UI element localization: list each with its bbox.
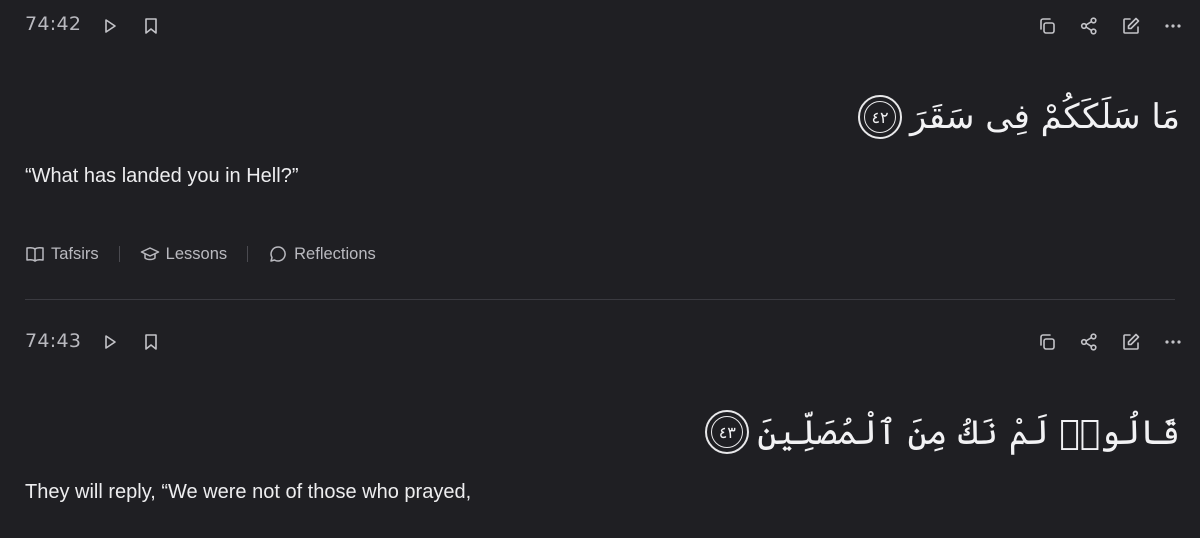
book-icon: [26, 246, 44, 262]
verse-key: 74:43: [25, 330, 82, 352]
chat-bubble-icon: [270, 246, 286, 262]
bookmark-button[interactable]: [137, 12, 165, 40]
edit-icon: [1123, 333, 1140, 350]
copy-button[interactable]: [1033, 12, 1061, 40]
tab-divider: [118, 246, 120, 262]
tab-reflections[interactable]: Reflections: [268, 244, 376, 264]
arabic-text: قَالُوا۟ لَمْ نَكُ مِنَ ٱلْمُصَلِّينَ ٤٣: [705, 410, 1180, 454]
more-button[interactable]: [1159, 12, 1187, 40]
tab-lessons[interactable]: Lessons: [140, 244, 227, 264]
more-button[interactable]: [1159, 328, 1187, 356]
edit-button[interactable]: [1117, 328, 1145, 356]
play-icon: [105, 335, 116, 349]
tab-label: Reflections: [294, 244, 376, 263]
play-button[interactable]: [96, 12, 124, 40]
play-icon: [105, 19, 116, 33]
copy-icon: [1040, 334, 1055, 350]
tab-label: Lessons: [165, 244, 228, 263]
more-icon: [1165, 340, 1181, 344]
arabic-text: مَا سَلَكَكُمْ فِى سَقَرَ ٤٢: [858, 95, 1180, 139]
translation-text: They will reply, “We were not of those w…: [25, 481, 472, 503]
share-icon: [1080, 333, 1097, 351]
copy-icon: [1040, 18, 1055, 34]
tab-tafsirs[interactable]: Tafsirs: [25, 244, 99, 264]
copy-button[interactable]: [1033, 328, 1061, 356]
edit-icon: [1123, 17, 1140, 34]
play-button[interactable]: [96, 328, 124, 356]
verse-tabs: Tafsirs Lessons Reflections: [25, 244, 376, 264]
share-button[interactable]: [1075, 328, 1103, 356]
verse-card: 74:42 مَا سَلَكَكُمْ فِى سَقَرَ ٤٢ “What…: [0, 0, 1200, 300]
bookmark-icon: [145, 18, 157, 34]
ayah-number-marker: ٤٣: [705, 410, 750, 454]
arabic-verse: مَا سَلَكَكُمْ فِى سَقَرَ: [910, 97, 1180, 137]
bookmark-button[interactable]: [137, 328, 165, 356]
verse-key: 74:42: [25, 13, 82, 35]
tab-divider: [247, 246, 249, 262]
ayah-number-marker: ٤٢: [858, 95, 903, 139]
tab-label: Tafsirs: [51, 244, 99, 263]
more-icon: [1165, 24, 1181, 28]
edit-button[interactable]: [1117, 12, 1145, 40]
share-button[interactable]: [1075, 12, 1103, 40]
share-icon: [1080, 17, 1097, 35]
bookmark-icon: [145, 334, 157, 350]
graduation-cap-icon: [140, 247, 159, 261]
translation-text: “What has landed you in Hell?”: [25, 165, 299, 187]
arabic-verse: قَالُوا۟ لَمْ نَكُ مِنَ ٱلْمُصَلِّينَ: [757, 412, 1180, 453]
verse-card: 74:43 قَالُوا۟ لَمْ نَكُ مِنَ ٱلْمُصَلِّ…: [0, 300, 1200, 538]
